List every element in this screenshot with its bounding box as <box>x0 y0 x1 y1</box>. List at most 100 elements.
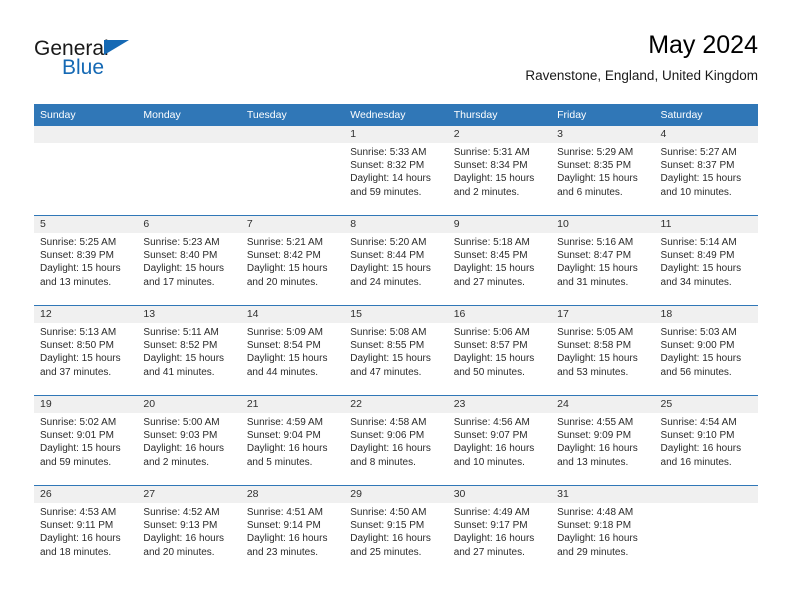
calendar-day-cell[interactable]: 13 Sunrise: 5:11 AM Sunset: 8:52 PM Dayligh… <box>137 305 241 396</box>
calendar-day-cell[interactable]: 11 Sunrise: 5:14 AM Sunset: 8:49 PM Dayligh… <box>654 215 758 306</box>
day-cell-details: Sunrise: 5:16 AM Sunset: 8:47 PM Daylight:… <box>551 233 654 289</box>
calendar-day-cell[interactable]: 15 Sunrise: 5:08 AM Sunset: 8:55 PM Dayligh… <box>344 305 448 396</box>
sunrise-text: Sunrise: 4:48 AM <box>557 507 634 518</box>
calendar-day-cell[interactable]: 19 Sunrise: 5:02 AM Sunset: 9:01 PM Dayligh… <box>34 395 138 486</box>
day-number: 10 <box>551 216 655 233</box>
calendar-day-cell[interactable]: 12 Sunrise: 5:13 AM Sunset: 8:50 PM Dayligh… <box>34 305 138 396</box>
calendar-day-cell[interactable]: 25 Sunrise: 4:54 AM Sunset: 9:10 PM Dayligh… <box>654 395 758 486</box>
calendar-day-cell[interactable]: 5 Sunrise: 5:25 AM Sunset: 8:39 PM Daylight… <box>34 215 138 306</box>
sunrise-text: Sunrise: 5:09 AM <box>246 327 323 338</box>
day-cell-details: Sunrise: 5:29 AM Sunset: 8:35 PM Daylight:… <box>551 143 654 199</box>
daylight-text: Daylight: 16 hours and 25 minutes. <box>350 533 431 558</box>
day-number: 13 <box>137 306 241 323</box>
sunset-text: Sunset: 8:32 PM <box>350 160 425 172</box>
calendar-day-cell[interactable]: 10 Sunrise: 5:16 AM Sunset: 8:47 PM Dayligh… <box>551 215 655 306</box>
calendar-page: General Blue May 2024 Ravenstone, Englan… <box>0 0 792 612</box>
day-cell-inner <box>240 126 345 215</box>
sunset-text: Sunset: 8:55 PM <box>350 340 425 352</box>
calendar-day-cell[interactable]: 29 Sunrise: 4:50 AM Sunset: 9:15 PM Dayligh… <box>344 485 448 575</box>
day-number: 16 <box>447 306 552 323</box>
day-cell-inner: 9 Sunrise: 5:18 AM Sunset: 8:45 PM Daylight… <box>447 216 552 305</box>
calendar-day-cell-empty <box>240 126 345 216</box>
calendar-day-cell[interactable]: 17 Sunrise: 5:05 AM Sunset: 8:58 PM Dayligh… <box>551 305 655 396</box>
calendar-day-cell[interactable]: 24 Sunrise: 4:55 AM Sunset: 9:09 PM Dayligh… <box>551 395 655 486</box>
calendar-day-cell[interactable]: 7 Sunrise: 5:21 AM Sunset: 8:42 PM Daylight… <box>240 215 345 306</box>
sunrise-text: Sunrise: 5:06 AM <box>453 327 530 338</box>
sunrise-text: Sunrise: 4:58 AM <box>350 417 427 428</box>
day-cell-inner <box>34 126 138 215</box>
calendar-day-cell[interactable]: 22 Sunrise: 4:58 AM Sunset: 9:06 PM Dayligh… <box>344 395 448 486</box>
calendar-day-cell[interactable]: 27 Sunrise: 4:52 AM Sunset: 9:13 PM Dayligh… <box>137 485 241 575</box>
day-number: 26 <box>34 486 138 503</box>
sunset-text: Sunset: 9:15 PM <box>350 520 425 532</box>
day-number: 15 <box>344 306 448 323</box>
sunrise-text: Sunrise: 4:54 AM <box>660 417 737 428</box>
sunset-text: Sunset: 9:03 PM <box>143 430 218 442</box>
sunset-text: Sunset: 8:40 PM <box>143 250 218 262</box>
daylight-text: Daylight: 15 hours and 6 minutes. <box>557 173 638 198</box>
weekday-header-monday: Monday <box>137 104 241 126</box>
sunset-text: Sunset: 9:01 PM <box>40 430 114 442</box>
calendar-day-cell-empty <box>654 485 758 575</box>
day-cell-inner: 10 Sunrise: 5:16 AM Sunset: 8:47 PM Dayligh… <box>551 216 655 305</box>
day-number: 8 <box>344 216 448 233</box>
day-cell-inner <box>137 126 241 215</box>
weekday-header-wednesday: Wednesday <box>344 104 448 126</box>
sunset-text: Sunset: 8:47 PM <box>557 250 632 262</box>
sunset-text: Sunset: 9:11 PM <box>40 520 114 532</box>
daylight-text: Daylight: 16 hours and 29 minutes. <box>557 533 638 558</box>
day-number: 17 <box>551 306 655 323</box>
sunset-text: Sunset: 9:00 PM <box>660 340 735 352</box>
daylight-text: Daylight: 16 hours and 8 minutes. <box>350 443 431 468</box>
calendar-day-cell[interactable]: 3 Sunrise: 5:29 AM Sunset: 8:35 PM Daylight… <box>551 126 655 216</box>
calendar-day-cell[interactable]: 26 Sunrise: 4:53 AM Sunset: 9:11 PM Dayligh… <box>34 485 138 575</box>
daylight-text: Daylight: 16 hours and 23 minutes. <box>246 533 328 558</box>
day-number: 2 <box>447 126 552 143</box>
calendar-day-cell[interactable]: 6 Sunrise: 5:23 AM Sunset: 8:40 PM Daylight… <box>137 215 241 306</box>
calendar-week-row: 19 Sunrise: 5:02 AM Sunset: 9:01 PM Dayligh… <box>34 395 758 486</box>
calendar-day-cell[interactable]: 31 Sunrise: 4:48 AM Sunset: 9:18 PM Dayligh… <box>551 485 655 575</box>
calendar-day-cell[interactable]: 18 Sunrise: 5:03 AM Sunset: 9:00 PM Dayligh… <box>654 305 758 396</box>
daylight-text: Daylight: 16 hours and 20 minutes. <box>143 533 225 558</box>
calendar-day-cell[interactable]: 20 Sunrise: 5:00 AM Sunset: 9:03 PM Dayligh… <box>137 395 241 486</box>
calendar-day-cell[interactable]: 28 Sunrise: 4:51 AM Sunset: 9:14 PM Dayligh… <box>240 485 345 575</box>
daylight-text: Daylight: 15 hours and 2 minutes. <box>453 173 535 198</box>
calendar-day-cell[interactable]: 2 Sunrise: 5:31 AM Sunset: 8:34 PM Daylight… <box>447 126 552 216</box>
day-number <box>654 486 758 503</box>
calendar-day-cell[interactable]: 8 Sunrise: 5:20 AM Sunset: 8:44 PM Daylight… <box>344 215 448 306</box>
calendar-day-cell[interactable]: 16 Sunrise: 5:06 AM Sunset: 8:57 PM Dayligh… <box>447 305 552 396</box>
daylight-text: Daylight: 15 hours and 50 minutes. <box>453 353 535 378</box>
daylight-text: Daylight: 16 hours and 18 minutes. <box>40 533 121 558</box>
daylight-text: Daylight: 15 hours and 53 minutes. <box>557 353 638 378</box>
day-cell-inner: 31 Sunrise: 4:48 AM Sunset: 9:18 PM Dayligh… <box>551 486 655 575</box>
calendar-day-cell[interactable]: 9 Sunrise: 5:18 AM Sunset: 8:45 PM Daylight… <box>447 215 552 306</box>
calendar-day-cell[interactable]: 14 Sunrise: 5:09 AM Sunset: 8:54 PM Dayligh… <box>240 305 345 396</box>
sunrise-text: Sunrise: 4:50 AM <box>350 507 427 518</box>
calendar-day-cell[interactable]: 23 Sunrise: 4:56 AM Sunset: 9:07 PM Dayligh… <box>447 395 552 486</box>
calendar-day-cell[interactable]: 21 Sunrise: 4:59 AM Sunset: 9:04 PM Dayligh… <box>240 395 345 486</box>
general-blue-logo[interactable]: General Blue <box>34 38 164 86</box>
daylight-text: Daylight: 16 hours and 16 minutes. <box>660 443 742 468</box>
sunset-text: Sunset: 8:58 PM <box>557 340 632 352</box>
daylight-text: Daylight: 15 hours and 44 minutes. <box>246 353 328 378</box>
calendar-day-cell[interactable]: 1 Sunrise: 5:33 AM Sunset: 8:32 PM Daylight… <box>344 126 448 216</box>
weekday-header-tuesday: Tuesday <box>240 104 345 126</box>
sunset-text: Sunset: 8:54 PM <box>246 340 321 352</box>
day-number: 21 <box>240 396 345 413</box>
day-cell-inner: 13 Sunrise: 5:11 AM Sunset: 8:52 PM Dayligh… <box>137 306 241 395</box>
day-cell-inner: 4 Sunrise: 5:27 AM Sunset: 8:37 PM Daylight… <box>654 126 758 215</box>
sunrise-text: Sunrise: 4:49 AM <box>453 507 530 518</box>
calendar-day-cell[interactable]: 30 Sunrise: 4:49 AM Sunset: 9:17 PM Dayligh… <box>447 485 552 575</box>
daylight-text: Daylight: 15 hours and 20 minutes. <box>246 263 328 288</box>
daylight-text: Daylight: 15 hours and 24 minutes. <box>350 263 431 288</box>
daylight-text: Daylight: 15 hours and 37 minutes. <box>40 353 121 378</box>
sunrise-text: Sunrise: 5:20 AM <box>350 237 427 248</box>
day-cell-details: Sunrise: 5:05 AM Sunset: 8:58 PM Daylight:… <box>551 323 654 379</box>
day-cell-inner: 20 Sunrise: 5:00 AM Sunset: 9:03 PM Dayligh… <box>137 396 241 485</box>
day-number: 20 <box>137 396 241 413</box>
day-number: 14 <box>240 306 345 323</box>
sunrise-text: Sunrise: 4:55 AM <box>557 417 634 428</box>
daylight-text: Daylight: 15 hours and 56 minutes. <box>660 353 742 378</box>
calendar-day-cell[interactable]: 4 Sunrise: 5:27 AM Sunset: 8:37 PM Daylight… <box>654 126 758 216</box>
day-cell-details: Sunrise: 5:03 AM Sunset: 9:00 PM Daylight:… <box>655 323 758 379</box>
